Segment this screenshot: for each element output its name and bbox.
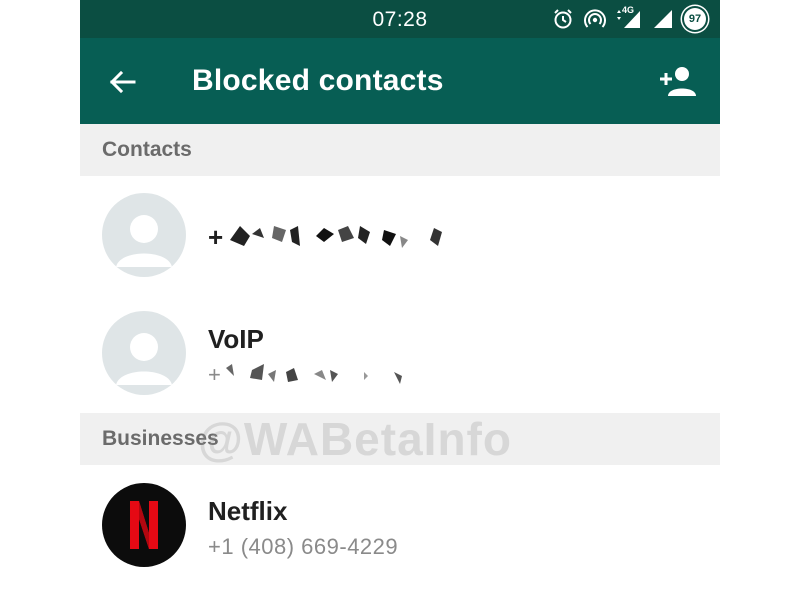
business-name: Netflix bbox=[208, 496, 288, 526]
business-phone: +1 (408) 669-4229 bbox=[208, 534, 399, 559]
app-bar: Blocked contacts bbox=[80, 38, 720, 124]
status-bar: 07:28 4G 97 bbox=[80, 0, 720, 38]
contact-row[interactable]: + bbox=[80, 176, 720, 294]
signal-4g: 4G bbox=[616, 5, 642, 30]
section-header-contacts: Contacts bbox=[80, 124, 720, 176]
page-title: Blocked contacts bbox=[192, 64, 444, 97]
contact-number-prefix: + bbox=[208, 362, 222, 387]
phone-screen: 07:28 4G 97 Blocked contacts Contacts + … bbox=[80, 0, 720, 598]
avatar bbox=[102, 311, 186, 395]
alarm-icon bbox=[554, 9, 572, 29]
redacted-number bbox=[226, 364, 402, 384]
signal-icon bbox=[654, 10, 672, 28]
section-header-businesses: Businesses bbox=[80, 413, 720, 465]
netflix-logo bbox=[102, 483, 186, 567]
battery-icon: 97 bbox=[684, 8, 706, 30]
contact-name: VoIP bbox=[208, 324, 264, 354]
contact-number-prefix: + bbox=[208, 222, 224, 252]
business-row-netflix[interactable]: Netflix +1 (408) 669-4229 bbox=[80, 466, 720, 584]
add-person-icon[interactable] bbox=[658, 64, 698, 98]
redacted-number bbox=[230, 226, 442, 248]
default-avatar-icon bbox=[116, 215, 172, 267]
hotspot-icon bbox=[584, 9, 606, 28]
arrow-back-icon[interactable] bbox=[104, 64, 140, 100]
netflix-n-icon bbox=[130, 501, 158, 549]
signal-icon bbox=[617, 10, 640, 28]
avatar bbox=[102, 193, 186, 277]
default-avatar-icon bbox=[116, 333, 172, 385]
status-icons: 4G 97 bbox=[552, 5, 706, 33]
contact-row[interactable]: VoIP + bbox=[80, 294, 720, 412]
